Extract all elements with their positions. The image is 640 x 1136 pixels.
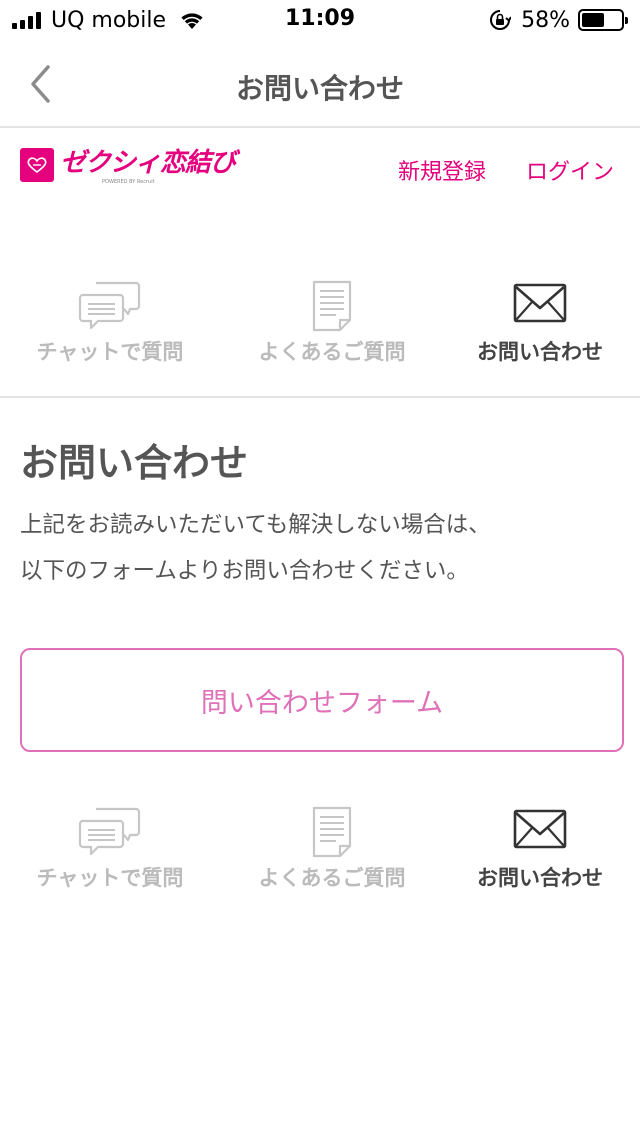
envelope-icon [513,809,567,849]
document-icon [312,806,352,858]
description-line-1: 上記をお読みいただいても解決しない場合は、 [20,512,491,538]
wifi-icon [181,13,203,29]
help-nav-chat[interactable]: チャットで質問 [10,806,210,906]
logo-subtext: POWERED BY Recruit [102,179,155,185]
help-nav-contact-label: お問い合わせ [477,340,603,364]
orientation-lock-icon [490,10,512,30]
login-link[interactable]: ログイン [526,154,614,186]
help-nav-contact[interactable]: お問い合わせ [440,806,640,906]
help-nav-chat-label: チャットで質問 [36,866,184,890]
carrier-name: UQ mobile [51,7,167,33]
status-bar: UQ mobile 11:09 58% [0,0,640,40]
envelope-icon [513,283,567,323]
document-icon [312,280,352,332]
site-header: ゼクシィ恋結び POWERED BY Recruit 新規登録 ログイン [0,130,640,206]
help-nav-top: チャットで質問 よくあるご質問 お問い合わせ [0,280,640,380]
status-bar-right: 58% [489,6,628,34]
battery-percent: 58% [521,7,570,33]
help-nav-bottom: チャットで質問 よくあるご質問 お問い合わせ [0,806,640,906]
logo-heart-icon [20,148,54,182]
help-nav-contact-label: お問い合わせ [477,866,603,890]
signup-link[interactable]: 新規登録 [398,154,486,186]
contact-form-button[interactable]: 問い合わせフォーム [20,648,624,752]
battery-icon [578,9,628,31]
page-title: お問い合わせ [235,72,404,105]
help-nav-faq[interactable]: よくあるご質問 [232,280,432,380]
help-nav-faq[interactable]: よくあるご質問 [232,806,432,906]
help-nav-faq-label: よくあるご質問 [258,866,406,890]
logo-text: ゼクシィ恋結び [60,148,236,178]
help-nav-chat-label: チャットで質問 [36,340,184,364]
chat-bubbles-icon [78,281,141,330]
chat-bubbles-icon [78,807,141,856]
navigation-bar: お問い合わせ [0,40,640,128]
section-divider [0,396,640,398]
help-nav-faq-label: よくあるご質問 [258,340,406,364]
status-bar-left: UQ mobile [12,6,206,34]
help-nav-chat[interactable]: チャットで質問 [10,280,210,380]
help-nav-contact[interactable]: お問い合わせ [440,280,640,380]
signal-icon [12,11,41,29]
brand-logo[interactable]: ゼクシィ恋結び POWERED BY Recruit [20,148,236,186]
description-line-2: 以下のフォームよりお問い合わせください。 [20,558,469,584]
section-description: 上記をお読みいただいても解決しない場合は、 以下のフォームよりお問い合わせくださ… [20,502,620,594]
section-heading: お問い合わせ [20,441,249,485]
battery-level [582,13,605,27]
